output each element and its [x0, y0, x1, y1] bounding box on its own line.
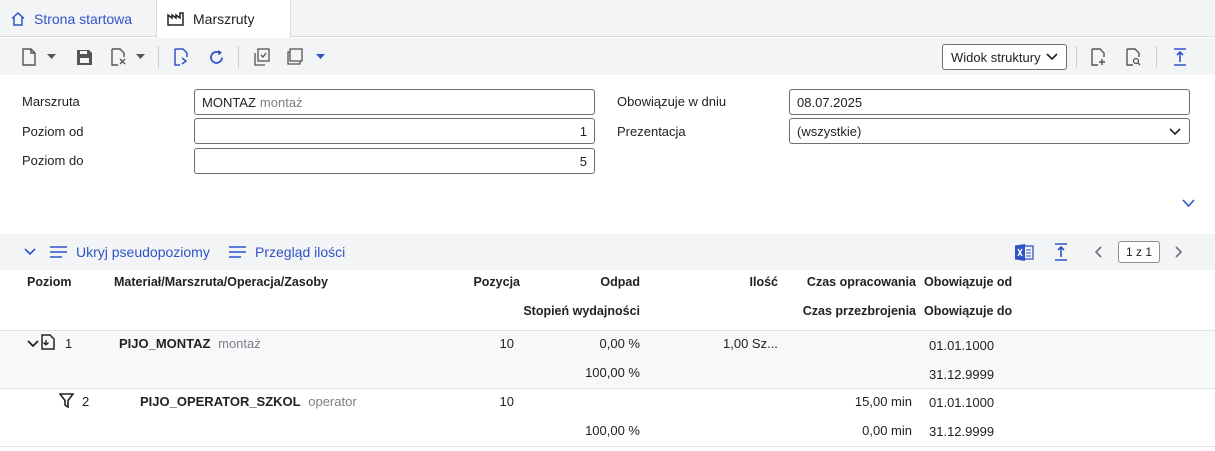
view-select-value: Widok struktury: [951, 49, 1041, 65]
expand-row-chevron-icon[interactable]: [27, 336, 39, 351]
main-toolbar: Widok struktury: [0, 38, 1215, 75]
row-pozycja: 10: [499, 394, 514, 409]
row-level: 2: [82, 394, 90, 409]
next-page-icon[interactable]: [1175, 234, 1183, 270]
toolbar-separator: [1156, 46, 1157, 68]
prezentacja-label: Prezentacja: [617, 124, 686, 139]
obowiazuje-value: 08.07.2025: [797, 94, 863, 110]
poziom-do-label: Poziom do: [22, 153, 84, 168]
row-name: PIJO_MONTAZ: [119, 336, 211, 351]
row-czas-przezbrojenia: 0,00 min: [862, 423, 912, 438]
poziom-od-value: 1: [579, 123, 587, 139]
copy-icon[interactable]: [251, 46, 273, 68]
marszruta-description: montaż: [259, 94, 303, 110]
prezentacja-select[interactable]: (wszystkie): [789, 118, 1190, 144]
row-description: montaż: [218, 336, 261, 351]
operation-funnel-icon: [58, 393, 75, 411]
obowiazuje-date-field[interactable]: 08.07.2025: [789, 89, 1190, 115]
discard-icon[interactable]: [107, 46, 129, 68]
poziom-do-field[interactable]: 5: [194, 148, 595, 174]
search-document-icon[interactable]: [1122, 46, 1144, 68]
header-czas-opracowania[interactable]: Czas opracowania: [790, 275, 916, 289]
tab-home-label: Strona startowa: [34, 10, 133, 27]
toolbar-separator: [158, 46, 159, 68]
header-obowiazuje-do[interactable]: Obowiązuje do: [924, 304, 1012, 318]
grid-header: Poziom Materiał/Marszruta/Operacja/Zasob…: [0, 270, 1215, 331]
poziom-do-value: 5: [579, 153, 587, 169]
marszruta-label: Marszruta: [22, 94, 80, 109]
header-poziom[interactable]: Poziom: [27, 275, 71, 289]
scroll-to-top-icon[interactable]: [1054, 234, 1068, 270]
row-obowiazuje-od: 01.01.1000: [929, 395, 995, 410]
lines-icon: [229, 246, 246, 258]
prezentacja-value: (wszystkie): [797, 123, 862, 139]
new-dropdown-chevron-icon[interactable]: [44, 46, 58, 68]
hide-pseudo-levels-button[interactable]: Ukryj pseudopoziomy: [50, 234, 210, 270]
chevron-down-icon: [1046, 53, 1058, 61]
obowiazuje-label: Obowiązuje w dniu: [617, 94, 727, 109]
home-icon: [11, 11, 25, 26]
refresh-icon[interactable]: [205, 46, 227, 68]
pager-text: 1 z 1: [1125, 245, 1152, 259]
table-row[interactable]: 2 PIJO_OPERATOR_SZKOL operator 10 15,00 …: [0, 389, 1215, 447]
quantity-overview-button[interactable]: Przegląd ilości: [229, 234, 345, 270]
quantity-overview-label: Przegląd ilości: [255, 244, 346, 260]
lines-icon: [50, 246, 67, 258]
expand-form-chevron-icon[interactable]: [1182, 196, 1195, 211]
row-ilosc: 1,00 Sz...: [723, 336, 778, 351]
row-obowiazuje-do: 31.12.9999: [929, 367, 995, 382]
toolbar-separator: [1076, 46, 1077, 68]
header-stopien[interactable]: Stopień wydajności: [500, 304, 640, 318]
header-czas-przezbrojenia[interactable]: Czas przezbrojenia: [780, 304, 916, 318]
row-description: operator: [308, 394, 357, 409]
row-level: 1: [65, 336, 73, 351]
header-obowiazuje-od[interactable]: Obowiązuje od: [924, 275, 1012, 289]
chevron-down-icon: [1169, 128, 1181, 136]
save-icon[interactable]: [73, 46, 95, 68]
marszruta-field[interactable]: MONTAZ montaż: [194, 89, 595, 115]
header-odpad[interactable]: Odpad: [540, 275, 640, 289]
header-ilosc[interactable]: Ilość: [690, 275, 779, 289]
tab-home[interactable]: Strona startowa: [0, 0, 155, 37]
excel-export-icon[interactable]: [1015, 234, 1034, 270]
row-pozycja: 10: [499, 336, 514, 351]
print-document-icon[interactable]: [284, 46, 306, 68]
row-czas-opracowania: 15,00 min: [854, 394, 912, 409]
row-stopien: 100,00 %: [585, 365, 640, 380]
row-obowiazuje-do: 31.12.9999: [929, 424, 995, 439]
poziom-od-label: Poziom od: [22, 124, 84, 139]
add-document-icon[interactable]: [1087, 46, 1109, 68]
discard-dropdown-chevron-icon[interactable]: [133, 46, 147, 68]
routing-document-icon: [41, 334, 55, 353]
factory-icon: [167, 12, 184, 26]
header-pozycja[interactable]: Pozycja: [440, 275, 520, 289]
hide-pseudo-levels-label: Ukryj pseudopoziomy: [76, 244, 210, 260]
row-odpad: 0,00 %: [599, 336, 640, 351]
pager-indicator[interactable]: 1 z 1: [1118, 241, 1160, 263]
row-stopien: 100,00 %: [585, 423, 640, 438]
edit-document-icon[interactable]: [170, 46, 192, 68]
tab-marszruty-label: Marszruty: [193, 11, 255, 27]
tab-bar: Strona startowa Marszruty: [0, 0, 1215, 38]
marszruta-value: MONTAZ: [202, 94, 256, 110]
grid-toolbar: Ukryj pseudopoziomy Przegląd ilości 1 z …: [0, 234, 1215, 270]
table-row[interactable]: 1 PIJO_MONTAZ montaż 10 0,00 % 1,00 Sz..…: [0, 331, 1215, 389]
collapse-top-icon[interactable]: [1169, 46, 1191, 68]
previous-page-icon[interactable]: [1094, 234, 1102, 270]
poziom-od-field[interactable]: 1: [194, 118, 595, 144]
header-material[interactable]: Materiał/Marszruta/Operacja/Zasoby: [114, 275, 328, 289]
toolbar-separator: [238, 46, 239, 68]
row-name: PIJO_OPERATOR_SZKOL: [140, 394, 301, 409]
row-obowiazuje-od: 01.01.1000: [929, 338, 995, 353]
print-dropdown-chevron-icon[interactable]: [313, 46, 327, 68]
new-document-icon[interactable]: [18, 46, 40, 68]
tab-marszruty[interactable]: Marszruty: [156, 0, 291, 38]
collapse-section-chevron-icon[interactable]: [24, 234, 36, 270]
view-select[interactable]: Widok struktury: [942, 44, 1067, 70]
